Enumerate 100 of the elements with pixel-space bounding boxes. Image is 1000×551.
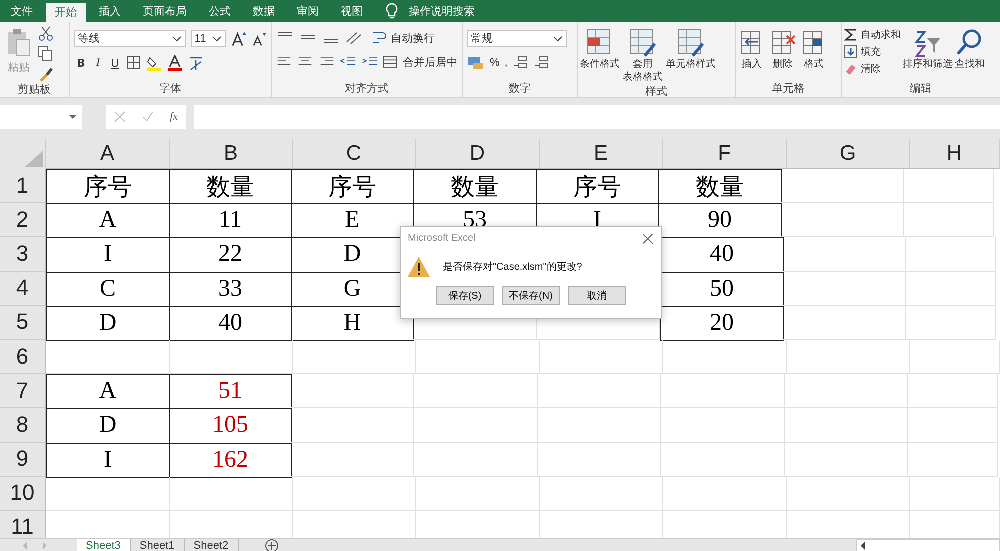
table-cell: 数量: [658, 169, 782, 204]
table-cell: D: [46, 306, 170, 341]
number-format-field[interactable]: 常规: [467, 30, 567, 47]
row-header[interactable]: 9: [0, 442, 46, 477]
row-header[interactable]: 3: [0, 237, 46, 272]
group-label: 单元格: [772, 82, 805, 97]
insert-function-button[interactable]: fx: [170, 111, 178, 123]
chevron-down-icon: [172, 36, 182, 42]
tell-me-search[interactable]: 操作说明搜索: [398, 0, 486, 22]
row-header[interactable]: 11: [0, 510, 46, 538]
ribbon-tab[interactable]: 开始: [46, 3, 86, 22]
currency-icon[interactable]: [467, 55, 485, 71]
formula-field[interactable]: [194, 105, 1000, 129]
row-header[interactable]: 6: [0, 340, 46, 374]
fill-down-icon: [844, 45, 858, 59]
chevron-down-icon: [212, 36, 222, 42]
ribbon-tab[interactable]: 视图: [330, 0, 374, 22]
ribbon-tab[interactable]: 公式: [198, 0, 242, 22]
add-sheet-icon[interactable]: [264, 539, 279, 551]
warning-icon: [407, 256, 431, 278]
column-header[interactable]: A: [46, 139, 170, 169]
dialog-button[interactable]: 不保存(N): [502, 286, 560, 305]
row-header[interactable]: 2: [0, 203, 46, 238]
scissors-icon[interactable]: [38, 26, 54, 42]
shrink-font-icon[interactable]: [251, 30, 267, 46]
ribbon-tab[interactable]: 审阅: [286, 0, 330, 22]
dialog-button[interactable]: 取消: [568, 286, 626, 305]
font-name-field[interactable]: 等线: [74, 30, 186, 47]
font-size-field[interactable]: 11: [190, 30, 226, 47]
cells-button[interactable]: 插入: [738, 28, 766, 71]
style-button[interactable]: 单元格样式: [666, 28, 716, 71]
column-header[interactable]: F: [663, 139, 787, 169]
brush-icon[interactable]: [38, 66, 54, 82]
ribbon-tab[interactable]: 页面布局: [132, 0, 198, 22]
group-label: 样式: [646, 85, 668, 99]
row-header[interactable]: 4: [0, 272, 46, 306]
editing-button[interactable]: 清除: [844, 62, 901, 76]
wrap-text-button[interactable]: 自动换行: [391, 30, 435, 46]
row-header[interactable]: 10: [0, 476, 46, 511]
style-button[interactable]: 条件格式: [580, 28, 620, 71]
style-button[interactable]: 套用 表格格式: [623, 28, 663, 84]
column-header[interactable]: H: [910, 139, 1000, 169]
editing-button[interactable]: 填充: [844, 45, 901, 59]
column-header[interactable]: B: [170, 139, 293, 169]
editing-button[interactable]: 自动求和: [844, 28, 901, 42]
find-select-button[interactable]: 查找和: [955, 28, 985, 71]
column-header[interactable]: G: [787, 139, 910, 169]
cells-button[interactable]: 删除: [769, 28, 797, 71]
phonetic-icon[interactable]: [188, 55, 204, 71]
table-style-icon: [677, 28, 705, 58]
merge-center-button[interactable]: 合并后居中: [402, 54, 458, 70]
fill-color-icon[interactable]: [146, 55, 162, 71]
close-icon[interactable]: [643, 234, 653, 244]
ribbon-tab[interactable]: 文件: [0, 0, 44, 22]
cells-button[interactable]: 格式: [800, 28, 828, 71]
lightbulb-icon: [386, 3, 398, 19]
font-color-icon[interactable]: [167, 55, 184, 71]
group-label: 对齐方式: [345, 82, 389, 97]
bold-button[interactable]: B: [74, 56, 88, 70]
chevron-down-icon: [553, 36, 563, 42]
sheet-tab[interactable]: Sheet2: [184, 539, 239, 551]
chevron-down-icon: [68, 114, 78, 120]
clipboard-icon: [6, 28, 32, 58]
sheet-tab[interactable]: Sheet1: [130, 539, 185, 551]
column-header[interactable]: E: [540, 139, 663, 169]
sort-filter-icon: [913, 28, 943, 58]
sort-filter-button[interactable]: 排序和筛选: [903, 28, 953, 71]
group-label: 字体: [160, 82, 182, 97]
increase-decimal-icon[interactable]: [512, 55, 529, 71]
row-header[interactable]: 1: [0, 169, 46, 204]
horizontal-scrollbar[interactable]: [856, 539, 1000, 551]
wrap-text-icon: [372, 30, 386, 46]
percent-button[interactable]: %: [490, 57, 500, 69]
dialog-message: 是否保存对"Case.xlsm"的更改?: [443, 260, 582, 274]
ribbon-tab[interactable]: 插入: [88, 0, 132, 22]
copy-icon[interactable]: [38, 46, 54, 62]
group-label: 编辑: [910, 82, 932, 97]
italic-button[interactable]: I: [93, 57, 104, 69]
sigma-icon: [844, 28, 858, 42]
comma-button[interactable]: ,: [504, 57, 508, 69]
borders-icon[interactable]: [127, 56, 142, 70]
merge-icon: [383, 54, 398, 70]
table-cell: 51: [169, 374, 292, 410]
row-header[interactable]: 8: [0, 408, 46, 442]
column-header[interactable]: D: [416, 139, 540, 169]
underline-button[interactable]: U: [108, 56, 122, 70]
column-header[interactable]: C: [293, 139, 416, 169]
ribbon-tab[interactable]: 数据: [242, 0, 286, 22]
row-header[interactable]: 7: [0, 374, 46, 408]
eraser-icon: [844, 62, 858, 76]
group-label: 剪贴板: [18, 82, 51, 97]
table-cell: 162: [169, 442, 292, 478]
grow-font-icon[interactable]: [230, 30, 246, 46]
row-header[interactable]: 5: [0, 306, 46, 340]
sheet-tab[interactable]: Sheet3: [77, 539, 131, 551]
dialog-button[interactable]: 保存(S): [436, 286, 494, 305]
scroll-left-icon[interactable]: [859, 542, 867, 550]
table-cell: A: [46, 374, 170, 410]
decrease-decimal-icon[interactable]: [534, 55, 550, 71]
check-icon[interactable]: [142, 111, 154, 123]
